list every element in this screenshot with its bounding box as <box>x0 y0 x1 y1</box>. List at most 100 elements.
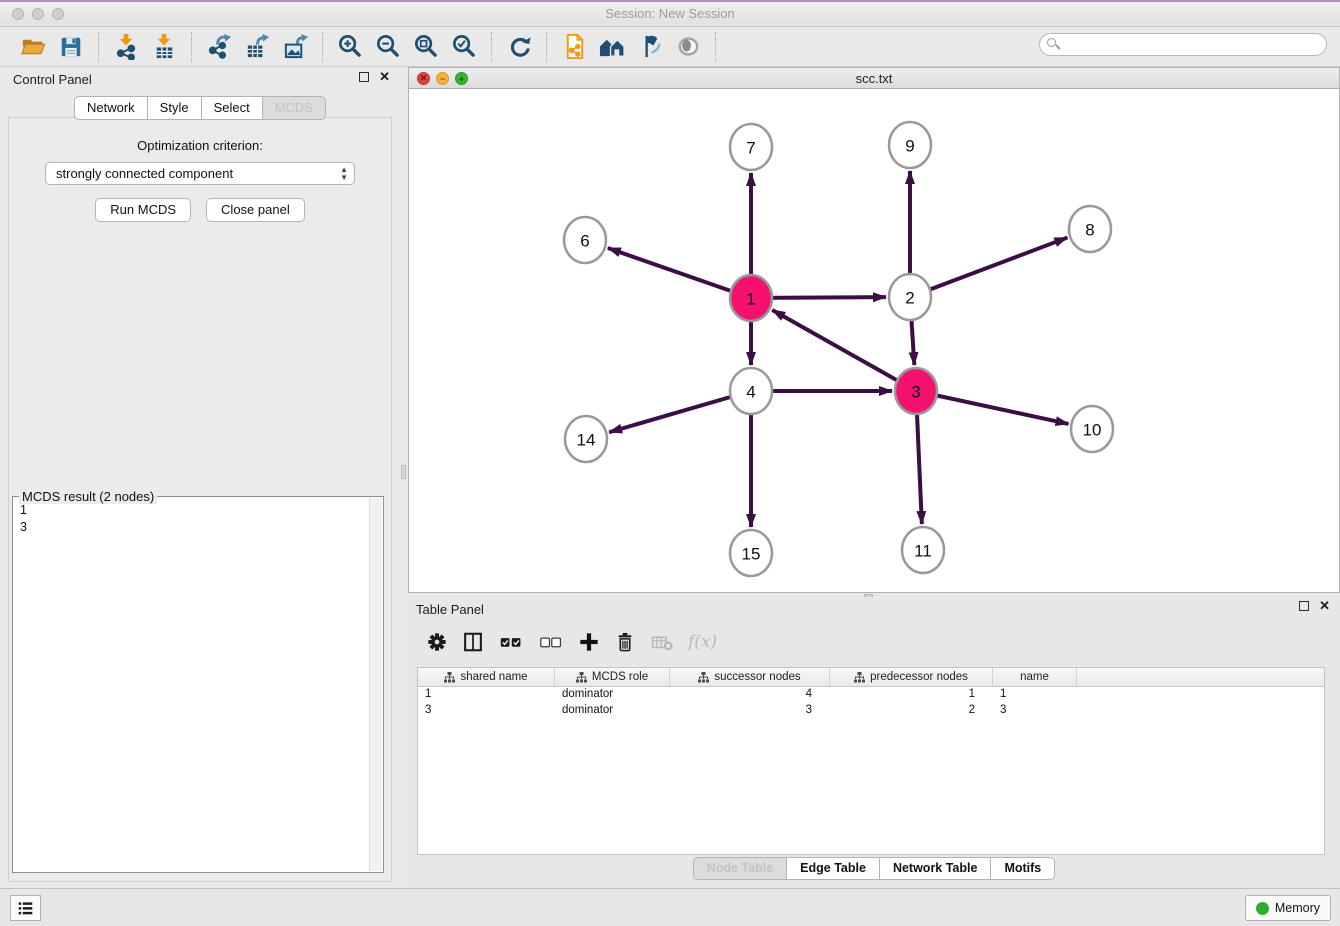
network-canvas[interactable]: 7 9 6 8 1 2 4 3 14 10 15 11 <box>409 89 1339 592</box>
zoom-fit-button[interactable] <box>407 31 445 63</box>
add-column-button[interactable] <box>578 631 600 653</box>
table-cell[interactable]: 3 <box>670 703 830 719</box>
column-label: MCDS role <box>592 671 648 683</box>
tab-mcds[interactable]: MCDS <box>263 96 326 120</box>
tab-motifs[interactable]: Motifs <box>991 857 1055 880</box>
table-settings-button[interactable] <box>426 631 448 653</box>
edge-1-6[interactable] <box>608 248 751 298</box>
zoom-out-icon <box>375 33 402 60</box>
home-button[interactable] <box>593 31 631 63</box>
column-header-predecessor-nodes[interactable]: predecessor nodes <box>830 668 993 686</box>
table-panel-header: Table Panel ✕ <box>408 597 1340 621</box>
column-header-shared-name[interactable]: shared name <box>418 668 555 686</box>
table-cell[interactable]: dominator <box>555 703 670 719</box>
search-input[interactable] <box>1039 33 1327 56</box>
graph-node-11[interactable]: 11 <box>902 527 944 573</box>
graph-node-15[interactable]: 15 <box>730 530 772 576</box>
table-cell[interactable]: 2 <box>830 703 993 719</box>
graph-node-14[interactable]: 14 <box>565 416 607 462</box>
panel-divider[interactable] <box>400 67 408 888</box>
edge-3-1[interactable] <box>772 310 916 391</box>
criterion-select[interactable]: strongly connected component ▲▼ <box>45 162 355 185</box>
hide-graphics-button[interactable] <box>631 31 669 63</box>
graph-node-9[interactable]: 9 <box>889 122 931 168</box>
table-cell[interactable]: 1 <box>418 687 555 703</box>
graph-node-1[interactable]: 1 <box>730 275 772 321</box>
control-panel-title: Control Panel <box>13 72 92 87</box>
column-header-successor-nodes[interactable]: successor nodes <box>670 668 830 686</box>
tab-node-table[interactable]: Node Table <box>693 857 787 880</box>
edge-2-8[interactable] <box>910 238 1067 297</box>
graph-node-7[interactable]: 7 <box>730 124 772 170</box>
search-box <box>1039 33 1327 56</box>
edge-3-10[interactable] <box>916 391 1068 424</box>
table-cell[interactable]: 3 <box>993 703 1077 719</box>
graph-node-8[interactable]: 8 <box>1069 206 1111 252</box>
column-header-name[interactable]: name <box>993 668 1077 686</box>
select-all-button[interactable] <box>498 631 524 653</box>
open-folder-icon <box>20 33 47 60</box>
run-mcds-button[interactable]: Run MCDS <box>95 198 191 222</box>
status-bar: Memory <box>0 888 1340 926</box>
table-row[interactable]: 1dominator411 <box>418 687 1324 703</box>
network-minimize-button[interactable]: − <box>436 72 449 85</box>
table-tabs: Node TableEdge TableNetwork TableMotifs <box>408 857 1340 880</box>
network-maximize-button[interactable]: + <box>455 72 468 85</box>
eye-icon <box>675 33 702 60</box>
eye-button[interactable] <box>669 31 707 63</box>
delete-column-button[interactable] <box>614 631 636 653</box>
svg-text:1: 1 <box>746 290 755 309</box>
tab-style[interactable]: Style <box>148 96 202 120</box>
tab-select[interactable]: Select <box>202 96 263 120</box>
graph-node-6[interactable]: 6 <box>564 217 606 263</box>
export-table-button[interactable] <box>238 31 276 63</box>
export-network-button[interactable] <box>200 31 238 63</box>
close-table-panel-icon[interactable]: ✕ <box>1319 601 1330 611</box>
import-table-button[interactable] <box>145 31 183 63</box>
network-window-titlebar: ✕ − + scc.txt <box>409 68 1339 89</box>
open-session-button[interactable] <box>14 31 52 63</box>
zoom-in-button[interactable] <box>331 31 369 63</box>
table-cell[interactable]: 1 <box>830 687 993 703</box>
result-line: 1 <box>20 502 376 519</box>
zoom-selected-button[interactable] <box>445 31 483 63</box>
table-cell[interactable]: 4 <box>670 687 830 703</box>
graph-node-2[interactable]: 2 <box>889 274 931 320</box>
zoom-fit-icon <box>413 33 440 60</box>
column-type-icon <box>444 672 455 683</box>
network-close-button[interactable]: ✕ <box>417 72 430 85</box>
graph-node-4[interactable]: 4 <box>730 368 772 414</box>
save-session-button[interactable] <box>52 31 90 63</box>
table-row[interactable]: 3dominator323 <box>418 703 1324 719</box>
close-panel-icon[interactable]: ✕ <box>379 72 390 82</box>
table-cell[interactable]: dominator <box>555 687 670 703</box>
export-network-icon <box>206 33 233 60</box>
close-panel-button[interactable]: Close panel <box>206 198 305 222</box>
graph-node-10[interactable]: 10 <box>1071 406 1113 452</box>
export-image-icon <box>282 33 309 60</box>
column-type-icon <box>576 672 587 683</box>
network-file-button[interactable] <box>555 31 593 63</box>
graph-node-3[interactable]: 3 <box>895 368 937 414</box>
table-cell[interactable]: 1 <box>993 687 1077 703</box>
import-network-button[interactable] <box>107 31 145 63</box>
table-cell[interactable]: 3 <box>418 703 555 719</box>
node-table: shared name MCDS role successor nodesprede… <box>417 667 1325 855</box>
tab-network-table[interactable]: Network Table <box>880 857 992 880</box>
tab-edge-table[interactable]: Edge Table <box>787 857 880 880</box>
column-header-MCDS-role[interactable]: MCDS role <box>555 668 670 686</box>
zoom-out-button[interactable] <box>369 31 407 63</box>
column-selector-button[interactable] <box>462 631 484 653</box>
window-top-edge <box>0 0 1340 2</box>
svg-text:8: 8 <box>1085 221 1094 240</box>
float-table-panel-icon[interactable] <box>1299 601 1309 611</box>
divider-grip[interactable] <box>401 465 406 479</box>
deselect-all-button[interactable] <box>538 631 564 653</box>
result-scrollbar[interactable] <box>369 498 382 871</box>
task-history-button[interactable] <box>10 895 41 921</box>
float-panel-icon[interactable] <box>359 72 369 82</box>
tab-network[interactable]: Network <box>74 96 148 120</box>
memory-button[interactable]: Memory <box>1245 895 1331 921</box>
refresh-button[interactable] <box>500 31 538 63</box>
export-image-button[interactable] <box>276 31 314 63</box>
